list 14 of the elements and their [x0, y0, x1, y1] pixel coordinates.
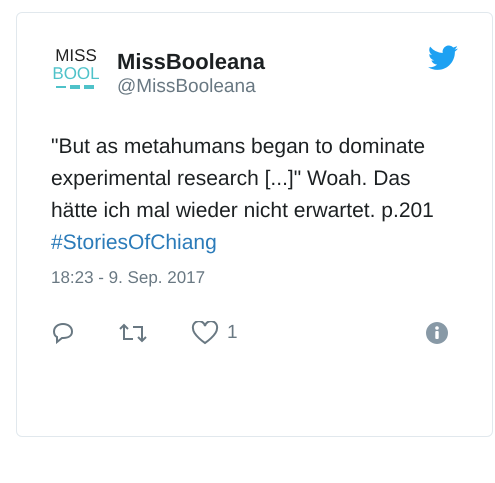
- logo-fragment-icon: [56, 83, 96, 91]
- tweet-text: "But as metahumans began to dominate experimental research [...]" Woah. Das hätte ich mal wieder nicht erwartet. p.201: [51, 134, 435, 224]
- hashtag-link[interactable]: #StoriesOfChiang: [51, 227, 456, 259]
- avatar-logo[interactable]: MISS BOOL: [51, 47, 101, 103]
- like-count: 1: [227, 320, 238, 344]
- author-name[interactable]: MissBooleana: [117, 49, 265, 75]
- timestamp[interactable]: 18:23 - 9. Sep. 2017: [51, 265, 458, 290]
- info-icon[interactable]: [426, 322, 448, 344]
- logo-text: MISS: [55, 47, 97, 65]
- logo-text: BOOL: [52, 65, 100, 83]
- author-handle[interactable]: @MissBooleana: [117, 75, 265, 99]
- bird-icon[interactable]: [428, 45, 458, 71]
- reply-icon[interactable]: [51, 320, 75, 345]
- heart-icon[interactable]: [191, 320, 219, 345]
